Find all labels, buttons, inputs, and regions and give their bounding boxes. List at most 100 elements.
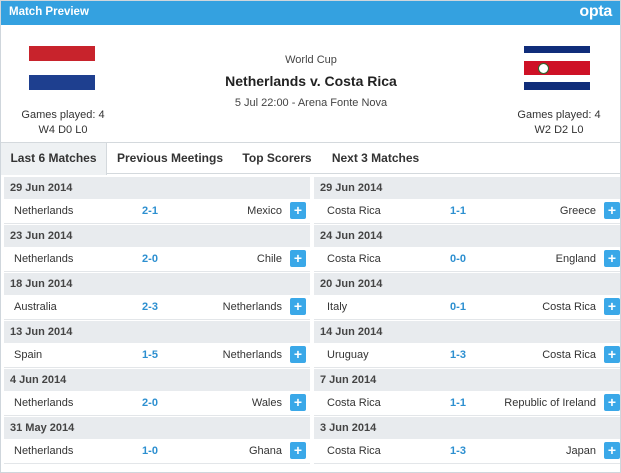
match-block: 23 Jun 2014 Netherlands 2-0 Chile + (4, 224, 310, 272)
home-team: Netherlands (14, 253, 74, 265)
match-row: Costa Rica 1-1 Greece + (314, 199, 620, 224)
match-date: 18 Jun 2014 (4, 272, 310, 295)
away-team-stats: Games played: 4 W2 D2 L0 (499, 108, 619, 138)
home-team: Uruguay (327, 349, 369, 361)
tab-bar: Last 6 Matches Previous Meetings Top Sco… (1, 142, 620, 175)
match-score: 2-0 (142, 253, 158, 265)
home-team: Spain (14, 349, 43, 361)
away-team: Republic of Ireland (504, 397, 596, 409)
match-score: 1-3 (450, 445, 466, 457)
tab-previous-meetings[interactable]: Previous Meetings (108, 143, 232, 174)
match-score: 1-5 (142, 349, 158, 361)
home-team-stats: Games played: 4 W4 D0 L0 (3, 108, 123, 138)
netherlands-flag-icon (29, 46, 95, 90)
match-row: Netherlands 2-1 Mexico + (4, 199, 310, 224)
away-team: Netherlands (222, 301, 282, 313)
match-score: 1-1 (450, 205, 466, 217)
home-team: Costa Rica (327, 445, 381, 457)
away-team: Wales (251, 397, 282, 409)
match-block: 13 Jun 2014 Spain 1-5 Netherlands + (4, 320, 310, 368)
match-date: 7 Jun 2014 (314, 368, 620, 391)
expand-match-button[interactable]: + (290, 346, 306, 363)
header-bar: Match Preview opta (1, 1, 620, 25)
match-row: Netherlands 2-0 Wales + (4, 391, 310, 416)
match-row: Costa Rica 0-0 England + (314, 247, 620, 272)
match-score: 1-0 (142, 445, 158, 457)
tab-last-6-matches[interactable]: Last 6 Matches (1, 143, 107, 175)
away-games-played: Games played: 4 (517, 109, 601, 121)
away-team: Netherlands (222, 349, 282, 361)
away-team: Chile (256, 253, 282, 265)
match-block: 29 Jun 2014 Netherlands 2-1 Mexico + (4, 176, 310, 224)
match-block: 20 Jun 2014 Italy 0-1 Costa Rica + (314, 272, 620, 320)
expand-match-button[interactable]: + (290, 202, 306, 219)
home-team: Netherlands (14, 205, 74, 217)
match-date: 20 Jun 2014 (314, 272, 620, 295)
away-team: Greece (559, 205, 596, 217)
expand-match-button[interactable]: + (290, 394, 306, 411)
match-score: 0-1 (450, 301, 466, 313)
match-score: 2-0 (142, 397, 158, 409)
match-block: 24 Jun 2014 Costa Rica 0-0 England + (314, 224, 620, 272)
match-date: 31 May 2014 (4, 416, 310, 439)
match-block: 3 Jun 2014 Costa Rica 1-3 Japan + (314, 416, 620, 464)
opta-logo: opta (579, 3, 612, 20)
widget-title: Match Preview (9, 6, 89, 18)
match-block: 31 May 2014 Netherlands 1-0 Ghana + (4, 416, 310, 464)
match-block: 18 Jun 2014 Australia 2-3 Netherlands + (4, 272, 310, 320)
match-header: Games played: 4 W4 D0 L0 World Cup Nethe… (1, 25, 620, 142)
match-score: 2-3 (142, 301, 158, 313)
expand-match-button[interactable]: + (604, 298, 620, 315)
away-team: Costa Rica (542, 301, 596, 313)
expand-match-button[interactable]: + (604, 250, 620, 267)
away-record: W2 D2 L0 (534, 124, 584, 136)
match-preview-widget: Match Preview opta Games played: 4 W4 D0… (0, 0, 621, 473)
home-team-matches: 29 Jun 2014 Netherlands 2-1 Mexico + 23 … (4, 176, 310, 464)
match-block: 29 Jun 2014 Costa Rica 1-1 Greece + (314, 176, 620, 224)
costa-rica-flag-icon (524, 46, 590, 90)
away-team-matches: 29 Jun 2014 Costa Rica 1-1 Greece + 24 J… (314, 176, 620, 464)
expand-match-button[interactable]: + (604, 442, 620, 459)
coat-of-arms-icon (538, 62, 549, 74)
home-team: Australia (14, 301, 57, 313)
home-record: W4 D0 L0 (38, 124, 88, 136)
expand-match-button[interactable]: + (604, 346, 620, 363)
expand-match-button[interactable]: + (290, 298, 306, 315)
expand-match-button[interactable]: + (604, 394, 620, 411)
match-score: 0-0 (450, 253, 466, 265)
expand-match-button[interactable]: + (604, 202, 620, 219)
match-date: 29 Jun 2014 (4, 176, 310, 199)
match-score: 1-1 (450, 397, 466, 409)
home-team: Netherlands (14, 397, 74, 409)
match-row: Spain 1-5 Netherlands + (4, 343, 310, 368)
match-row: Netherlands 1-0 Ghana + (4, 439, 310, 464)
match-row: Costa Rica 1-1 Republic of Ireland + (314, 391, 620, 416)
match-block: 14 Jun 2014 Uruguay 1-3 Costa Rica + (314, 320, 620, 368)
away-team: Ghana (248, 445, 282, 457)
away-team: England (555, 253, 596, 265)
match-date: 24 Jun 2014 (314, 224, 620, 247)
match-date: 29 Jun 2014 (314, 176, 620, 199)
match-row: Uruguay 1-3 Costa Rica + (314, 343, 620, 368)
expand-match-button[interactable]: + (290, 442, 306, 459)
match-score: 1-3 (450, 349, 466, 361)
home-team: Costa Rica (327, 205, 381, 217)
match-date: 4 Jun 2014 (4, 368, 310, 391)
tab-top-scorers[interactable]: Top Scorers (233, 143, 321, 174)
home-team: Costa Rica (327, 397, 381, 409)
match-score: 2-1 (142, 205, 158, 217)
match-row: Costa Rica 1-3 Japan + (314, 439, 620, 464)
away-team: Japan (566, 445, 596, 457)
home-team: Italy (327, 301, 348, 313)
match-date: 13 Jun 2014 (4, 320, 310, 343)
away-team: Mexico (247, 205, 282, 217)
match-block: 7 Jun 2014 Costa Rica 1-1 Republic of Ir… (314, 368, 620, 416)
home-team: Costa Rica (327, 253, 381, 265)
expand-match-button[interactable]: + (290, 250, 306, 267)
match-date-venue: 5 Jul 22:00 - Arena Fonte Nova (234, 97, 388, 109)
match-title: Netherlands v. Costa Rica (225, 73, 397, 89)
match-row: Netherlands 2-0 Chile + (4, 247, 310, 272)
tab-next-3-matches[interactable]: Next 3 Matches (322, 143, 429, 174)
home-team: Netherlands (14, 445, 74, 457)
away-team: Costa Rica (542, 349, 596, 361)
